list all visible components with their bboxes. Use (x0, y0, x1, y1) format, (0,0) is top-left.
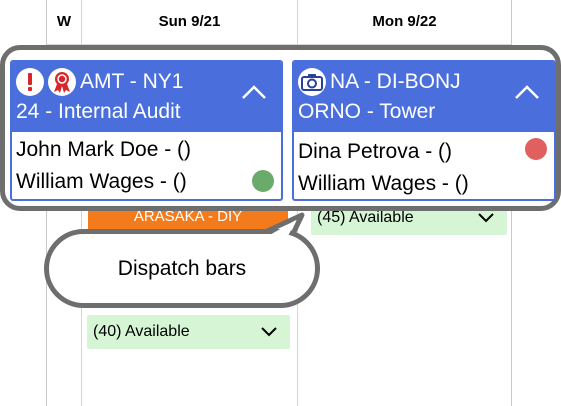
callout-pointer-cover (268, 220, 296, 238)
